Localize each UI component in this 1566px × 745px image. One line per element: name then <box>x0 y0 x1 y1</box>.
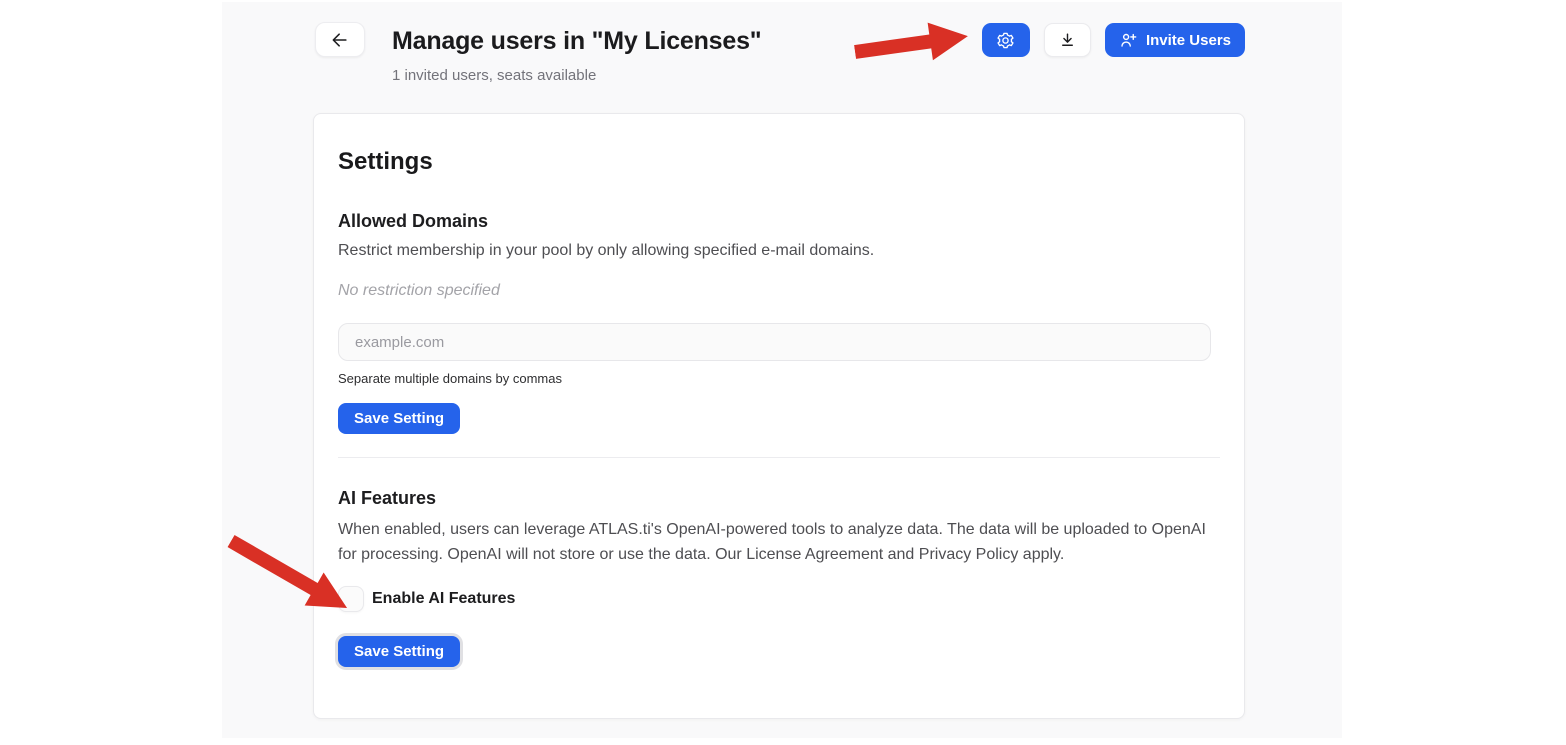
invite-users-button[interactable]: Invite Users <box>1105 23 1245 57</box>
save-ai-features-button[interactable]: Save Setting <box>338 636 460 667</box>
download-users-button[interactable] <box>1044 23 1091 57</box>
allowed-domains-empty-state: No restriction specified <box>338 282 1220 300</box>
app-window: Manage users in "My Licenses" 1 invited … <box>222 2 1342 738</box>
pool-settings-button[interactable] <box>982 23 1030 57</box>
header-text-block: Manage users in "My Licenses" 1 invited … <box>392 22 761 84</box>
settings-heading: Settings <box>338 148 1220 176</box>
allowed-domains-heading: Allowed Domains <box>338 211 1220 232</box>
page-subtitle: 1 invited users, seats available <box>392 67 761 84</box>
header-toolbar: Invite Users <box>982 23 1245 57</box>
allowed-domains-input[interactable] <box>338 323 1211 361</box>
gear-icon <box>996 31 1015 50</box>
ai-features-description: When enabled, users can leverage ATLAS.t… <box>338 517 1220 567</box>
allowed-domains-helper: Separate multiple domains by commas <box>338 371 1220 386</box>
enable-ai-row: Enable AI Features <box>338 586 1220 612</box>
back-button[interactable] <box>315 22 365 57</box>
ai-features-heading: AI Features <box>338 488 1220 509</box>
download-icon <box>1058 31 1077 50</box>
page-title: Manage users in "My Licenses" <box>392 27 761 56</box>
enable-ai-label: Enable AI Features <box>372 590 515 608</box>
save-allowed-domains-button[interactable]: Save Setting <box>338 403 460 434</box>
page-header: Manage users in "My Licenses" 1 invited … <box>222 2 1342 84</box>
invite-users-label: Invite Users <box>1146 32 1231 49</box>
enable-ai-checkbox[interactable] <box>338 586 364 612</box>
page: Manage users in "My Licenses" 1 invited … <box>0 0 1566 745</box>
back-arrow-icon <box>330 30 350 50</box>
person-plus-icon <box>1119 31 1138 50</box>
section-divider <box>338 457 1220 458</box>
allowed-domains-description: Restrict membership in your pool by only… <box>338 240 1220 262</box>
settings-card: Settings Allowed Domains Restrict member… <box>313 113 1245 719</box>
